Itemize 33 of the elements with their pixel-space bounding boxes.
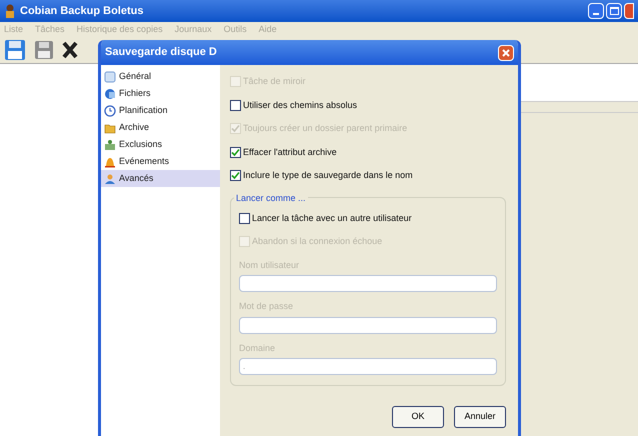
nav-item[interactable]: Fichiers bbox=[101, 85, 220, 102]
nav-item[interactable]: Planification bbox=[101, 102, 220, 119]
checkbox-label: Effacer l'attribut archive bbox=[243, 146, 337, 158]
input-field[interactable] bbox=[239, 316, 497, 334]
minimize-button[interactable] bbox=[588, 3, 604, 19]
files-icon bbox=[104, 88, 116, 100]
close-icon bbox=[502, 48, 510, 56]
delete-icon[interactable] bbox=[62, 41, 78, 59]
checkbox-label: Lancer la tâche avec un autre utilisateur bbox=[252, 212, 412, 224]
checkbox[interactable] bbox=[230, 146, 241, 158]
checkbox[interactable] bbox=[230, 100, 241, 111]
checkbox[interactable] bbox=[230, 170, 241, 182]
window-title: Cobian Backup Boletus bbox=[20, 4, 144, 19]
folder-icon bbox=[104, 122, 116, 134]
nav-item[interactable]: Exclusions bbox=[101, 136, 220, 153]
dialog-button[interactable]: Annuler bbox=[454, 406, 506, 428]
dialog-title: Sauvegarde disque D bbox=[105, 45, 217, 60]
checkbox-label: Inclure le type de sauvegarde dans le nom bbox=[243, 169, 413, 182]
dialog-button[interactable]: OK bbox=[392, 406, 444, 428]
nav-item[interactable]: Evénements bbox=[101, 153, 220, 170]
close-button[interactable] bbox=[498, 44, 514, 60]
checkbox[interactable] bbox=[239, 212, 250, 224]
bell-icon bbox=[104, 156, 116, 168]
nav-item[interactable]: Avancés bbox=[101, 170, 220, 187]
app-icon bbox=[4, 4, 16, 18]
checkbox-label: Utiliser des chemins absolus bbox=[243, 98, 358, 112]
nav-item[interactable]: Archive bbox=[101, 119, 220, 136]
nav-item[interactable]: Général bbox=[101, 68, 220, 85]
user-icon bbox=[104, 172, 116, 184]
clock-icon bbox=[104, 104, 116, 116]
maximize-button[interactable] bbox=[606, 3, 622, 19]
close-button[interactable] bbox=[624, 3, 634, 19]
input-field[interactable] bbox=[239, 275, 497, 292]
